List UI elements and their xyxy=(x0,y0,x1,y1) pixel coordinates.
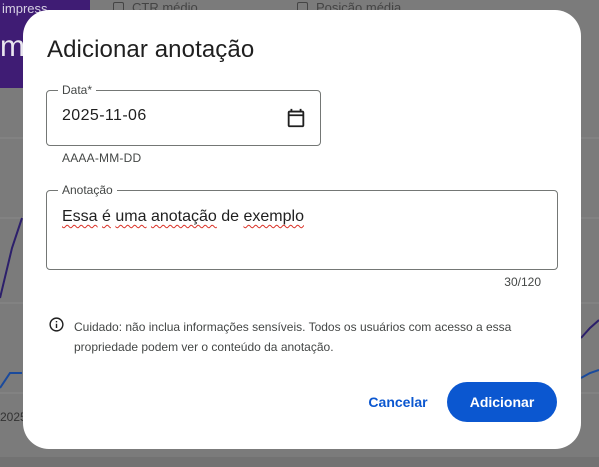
warning-text: Cuidado: não inclua informações sensívei… xyxy=(74,320,512,354)
annotation-word: exemplo xyxy=(243,208,304,225)
metric-card-value: m xyxy=(0,30,25,63)
cancel-button[interactable]: Cancelar xyxy=(358,386,438,418)
dialog-title: Adicionar anotação xyxy=(47,36,255,63)
info-icon xyxy=(49,317,64,332)
date-field-label: Data* xyxy=(58,82,97,98)
annotation-word: de xyxy=(216,208,244,225)
date-field[interactable]: Data* 2025-11-06 xyxy=(46,82,321,146)
annotation-textarea[interactable]: Essa é uma anotação de exemplo xyxy=(62,208,304,226)
calendar-icon[interactable] xyxy=(285,107,307,129)
date-format-hint: AAAA-MM-DD xyxy=(62,151,142,165)
annotation-word: uma xyxy=(115,208,147,225)
add-button[interactable]: Adicionar xyxy=(447,382,557,422)
metric-card-position: Posição média xyxy=(297,0,401,15)
annotation-word: é xyxy=(102,208,111,225)
date-input[interactable]: 2025-11-06 xyxy=(62,107,147,125)
background-footer xyxy=(0,457,599,467)
add-annotation-dialog: Adicionar anotação Data* 2025-11-06 AAAA… xyxy=(23,10,581,449)
annotation-word: Essa xyxy=(62,208,98,225)
annotation-field[interactable]: Anotação Essa é uma anotação de exemplo xyxy=(46,182,558,270)
annotation-word: anotação xyxy=(150,208,217,225)
metric-card-ctr: CTR médio xyxy=(113,0,198,15)
annotation-field-label: Anotação xyxy=(58,182,117,198)
character-counter: 30/120 xyxy=(504,275,541,289)
